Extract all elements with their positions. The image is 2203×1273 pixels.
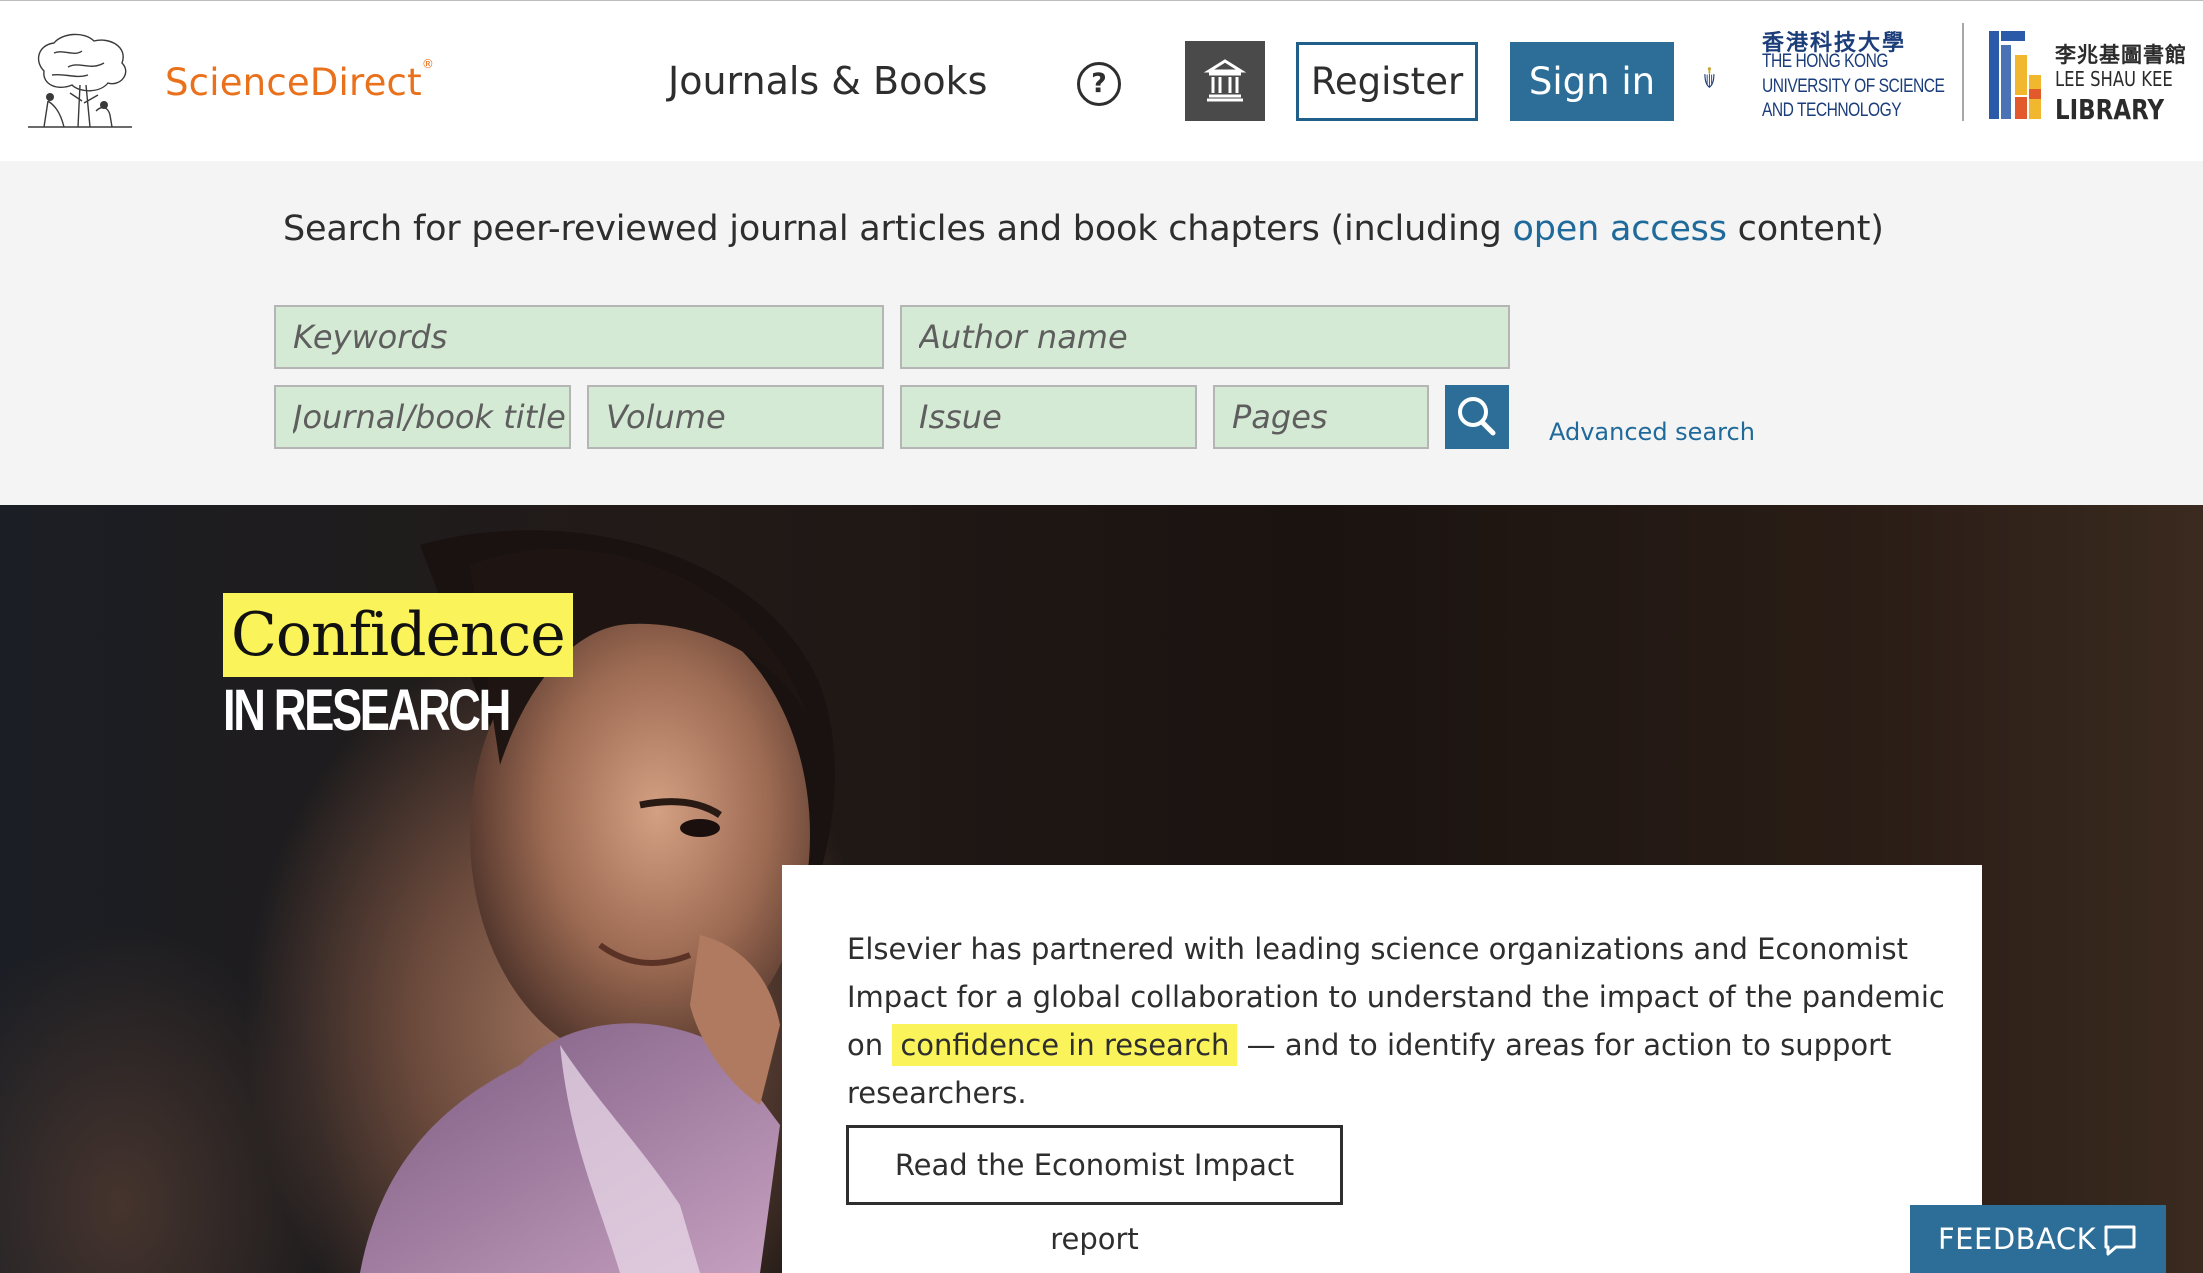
register-button[interactable]: Register <box>1296 42 1478 121</box>
feedback-label: FEEDBACK <box>1938 1222 2097 1256</box>
confidence-in-research-link[interactable]: confidence in research <box>892 1024 1238 1066</box>
hkust-name-line2: UNIVERSITY OF SCIENCE <box>1762 76 1945 97</box>
search-icon <box>1458 397 1496 436</box>
library-name-line2: LIBRARY <box>2055 93 2165 126</box>
search-heading: Search for peer-reviewed journal article… <box>283 209 1884 249</box>
sciencedirect-logo[interactable]: ScienceDirect® <box>165 57 434 104</box>
journals-books-link[interactable]: Journals & Books <box>668 59 987 103</box>
open-access-link[interactable]: open access <box>1513 209 1727 249</box>
read-report-button[interactable]: Read the Economist Impact report <box>846 1125 1343 1256</box>
feedback-button[interactable]: FEEDBACK <box>1910 1205 2166 1273</box>
hero-title-sub: IN RESEARCH <box>223 678 511 743</box>
search-section: Search for peer-reviewed journal article… <box>0 161 2203 505</box>
author-input[interactable] <box>900 305 1510 369</box>
search-heading-tail: content) <box>1726 209 1884 249</box>
hero-title-highlight: Confidence <box>223 593 573 677</box>
registered-mark: ® <box>421 56 435 71</box>
site-header: ScienceDirect® Journals & Books ? Regist… <box>0 0 2203 161</box>
hero-description: Elsevier has partnered with leading scie… <box>847 925 1947 1117</box>
sign-in-button[interactable]: Sign in <box>1510 42 1674 121</box>
hkust-name-line1: THE HONG KONG <box>1762 51 1889 72</box>
elsevier-tree-logo[interactable] <box>24 31 136 131</box>
pages-input[interactable] <box>1213 385 1429 449</box>
library-name-zh: 李兆基圖書館 <box>2055 43 2187 67</box>
hkust-logo[interactable] <box>1704 23 1758 133</box>
hero-banner: Confidence IN RESEARCH Elsevier has part… <box>0 505 2203 1273</box>
journal-title-input[interactable] <box>274 385 571 449</box>
speech-bubble-icon <box>2104 1225 2136 1256</box>
advanced-search-link[interactable]: Advanced search <box>1549 418 1755 446</box>
help-icon[interactable]: ? <box>1077 62 1121 106</box>
keywords-input[interactable] <box>274 305 884 369</box>
volume-input[interactable] <box>587 385 884 449</box>
library-name-line1: LEE SHAU KEE <box>2055 67 2173 91</box>
search-button[interactable] <box>1445 385 1509 449</box>
hkust-name-line3: AND TECHNOLOGY <box>1762 100 1902 121</box>
search-heading-text: Search for peer-reviewed journal article… <box>283 209 1513 249</box>
logo-divider <box>1962 23 1964 121</box>
institution-icon <box>1203 59 1247 102</box>
library-logo[interactable] <box>1985 25 2045 123</box>
issue-input[interactable] <box>900 385 1197 449</box>
institution-button[interactable] <box>1185 41 1265 121</box>
hero-card: Elsevier has partnered with leading scie… <box>782 865 1982 1273</box>
brand-name: ScienceDirect <box>165 61 422 104</box>
